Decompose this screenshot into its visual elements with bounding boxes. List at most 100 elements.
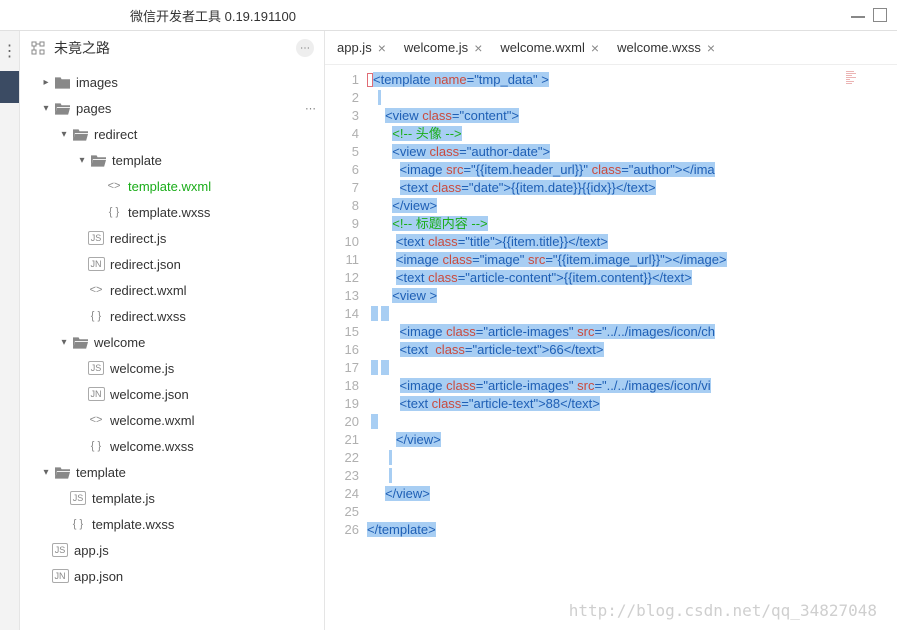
close-icon[interactable]: × [591, 40, 599, 56]
tree-folder-template[interactable]: ▾ template [20, 147, 324, 173]
tree-file-redirect-wxml[interactable]: <> redirect.wxml [20, 277, 324, 303]
folder-open-icon [54, 464, 70, 480]
json-file-icon: JN [88, 256, 104, 272]
tree-file-welcome-json[interactable]: JN welcome.json [20, 381, 324, 407]
tree-file-welcome-js[interactable]: JS welcome.js [20, 355, 324, 381]
tree-label: images [76, 75, 118, 90]
wxml-file-icon: <> [88, 412, 104, 428]
caret-down-icon: ▾ [40, 103, 52, 114]
wxss-file-icon: { } [88, 438, 104, 454]
tree-folder-welcome[interactable]: ▾ welcome [20, 329, 324, 355]
activity-bar: ⋮ [0, 31, 20, 630]
caret-down-icon: ▾ [58, 337, 70, 348]
tree-label: welcome.wxml [110, 413, 195, 428]
line-numbers: 1234567891011121314151617181920212223242… [325, 65, 367, 630]
code-lines: <template name="tmp_data" > <view class=… [367, 65, 897, 630]
caret-right-icon: ▸ [40, 77, 52, 88]
tree-label: redirect.wxss [110, 309, 186, 324]
project-tree-icon [30, 40, 46, 56]
js-file-icon: JS [88, 360, 104, 376]
tree-label: template [76, 465, 126, 480]
tree-file-template2-js[interactable]: JS template.js [20, 485, 324, 511]
tree-file-app-js[interactable]: JS app.js [20, 537, 324, 563]
folder-open-icon [54, 100, 70, 116]
js-file-icon: JS [70, 490, 86, 506]
js-file-icon: JS [88, 230, 104, 246]
js-file-icon: JS [52, 542, 68, 558]
folder-open-icon [72, 334, 88, 350]
close-icon[interactable]: × [707, 40, 715, 56]
tab-welcome-wxml[interactable]: welcome.wxml × [488, 31, 605, 64]
tree-folder-images[interactable]: ▸ images [20, 69, 324, 95]
code-editor[interactable]: 1234567891011121314151617181920212223242… [325, 65, 897, 630]
editor-area: app.js × welcome.js × welcome.wxml × welcom… [325, 31, 897, 630]
tree-label: welcome.wxss [110, 439, 194, 454]
tree-file-welcome-wxss[interactable]: { } welcome.wxss [20, 433, 324, 459]
tree-label: welcome.json [110, 387, 189, 402]
tab-label: welcome.js [404, 40, 468, 55]
tree-label: redirect [94, 127, 137, 142]
sidebar: 未竟之路 ⋯ ▸ images ▾ pages ⋯ ▾ redirect ▾ [20, 31, 325, 630]
tree-file-template2-wxss[interactable]: { } template.wxss [20, 511, 324, 537]
tab-welcome-wxss[interactable]: welcome.wxss × [605, 31, 721, 64]
tree-label: template.js [92, 491, 155, 506]
tree-label: template.wxss [128, 205, 210, 220]
minimap[interactable]: ▬▬▬▬▬▬▬▬▬▬▬▬▬▬▬▬▬▬▬▬▬▬▬▬▬▬ [846, 71, 891, 151]
tab-label: welcome.wxss [617, 40, 701, 55]
window-titlebar: 微信开发者工具 0.19.191100 [0, 0, 897, 30]
minimize-icon[interactable] [851, 16, 865, 18]
json-file-icon: JN [88, 386, 104, 402]
project-header: 未竟之路 ⋯ [20, 31, 324, 65]
wxss-file-icon: { } [88, 308, 104, 324]
wxml-file-icon: <> [106, 178, 122, 194]
tree-label: redirect.json [110, 257, 181, 272]
caret-down-icon: ▾ [76, 155, 88, 166]
caret-down-icon: ▾ [40, 467, 52, 478]
tree-folder-pages[interactable]: ▾ pages ⋯ [20, 95, 324, 121]
project-more-icon[interactable]: ⋯ [296, 39, 314, 57]
tab-app-js[interactable]: app.js × [325, 31, 392, 64]
tab-welcome-js[interactable]: welcome.js × [392, 31, 488, 64]
window-controls [851, 8, 887, 22]
tree-file-redirect-json[interactable]: JN redirect.json [20, 251, 324, 277]
tree-folder-redirect[interactable]: ▾ redirect [20, 121, 324, 147]
tree-file-template-wxml[interactable]: <> template.wxml [20, 173, 324, 199]
tree-label: template.wxml [128, 179, 211, 194]
tree-folder-template2[interactable]: ▾ template [20, 459, 324, 485]
activity-item[interactable]: ⋮ [0, 31, 19, 71]
wxml-file-icon: <> [88, 282, 104, 298]
editor-tabs: app.js × welcome.js × welcome.wxml × welcom… [325, 31, 897, 65]
file-tree: ▸ images ▾ pages ⋯ ▾ redirect ▾ template [20, 65, 324, 630]
tree-file-app-json[interactable]: JN app.json [20, 563, 324, 589]
tree-label: welcome [94, 335, 145, 350]
caret-down-icon: ▾ [58, 129, 70, 140]
row-more-icon[interactable]: ⋯ [305, 102, 316, 115]
tree-label: welcome.js [110, 361, 174, 376]
close-icon[interactable]: × [378, 40, 386, 56]
wxss-file-icon: { } [70, 516, 86, 532]
tree-file-redirect-wxss[interactable]: { } redirect.wxss [20, 303, 324, 329]
tree-label: template.wxss [92, 517, 174, 532]
wxss-file-icon: { } [106, 204, 122, 220]
folder-icon [54, 74, 70, 90]
tab-label: welcome.wxml [500, 40, 585, 55]
folder-open-icon [90, 152, 106, 168]
project-name: 未竟之路 [54, 38, 110, 58]
tree-label: redirect.wxml [110, 283, 187, 298]
activity-item-active[interactable] [0, 71, 19, 103]
tree-label: pages [76, 101, 111, 116]
maximize-icon[interactable] [873, 8, 887, 22]
tree-file-redirect-js[interactable]: JS redirect.js [20, 225, 324, 251]
tree-label: redirect.js [110, 231, 166, 246]
tree-label: template [112, 153, 162, 168]
folder-open-icon [72, 126, 88, 142]
tree-label: app.js [74, 543, 109, 558]
tab-label: app.js [337, 40, 372, 55]
close-icon[interactable]: × [474, 40, 482, 56]
watermark-text: http://blog.csdn.net/qq_34827048 [569, 601, 877, 620]
app-title: 微信开发者工具 0.19.191100 [130, 6, 296, 25]
tree-label: app.json [74, 569, 123, 584]
tree-file-welcome-wxml[interactable]: <> welcome.wxml [20, 407, 324, 433]
json-file-icon: JN [52, 568, 68, 584]
tree-file-template-wxss[interactable]: { } template.wxss [20, 199, 324, 225]
